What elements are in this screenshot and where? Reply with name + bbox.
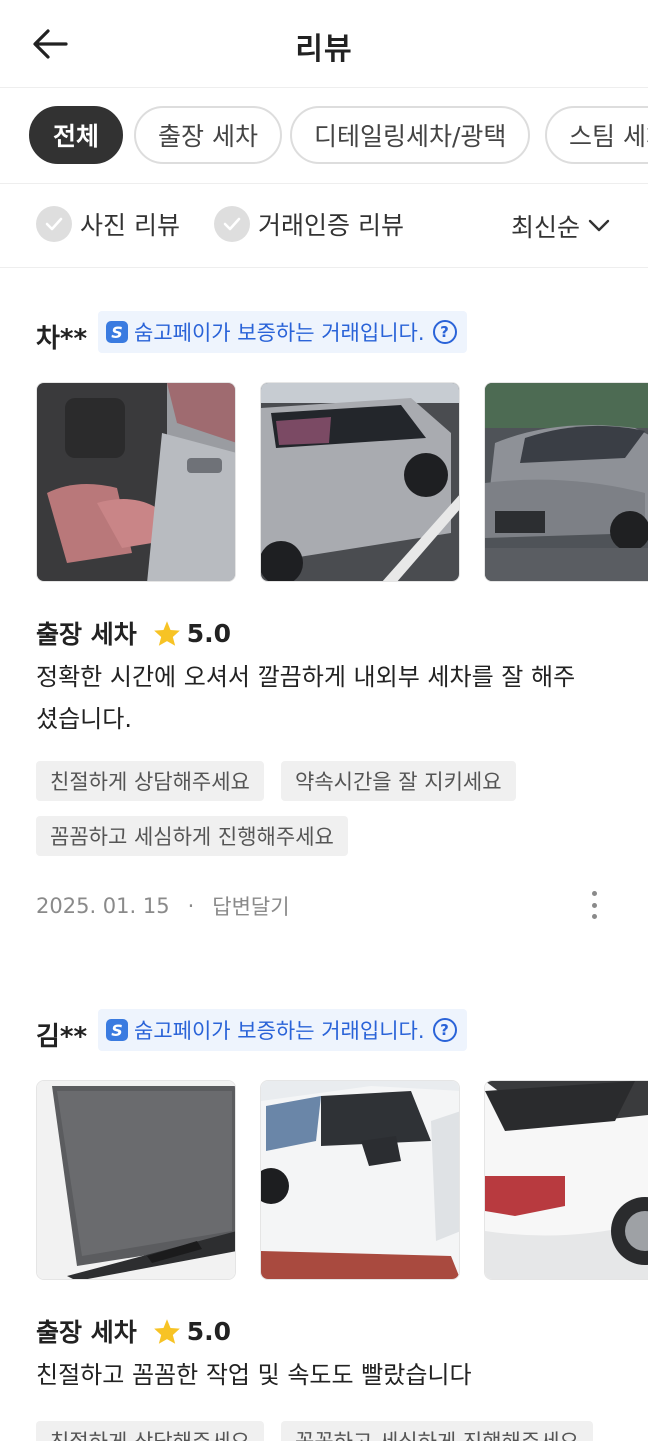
service-name: 출장 세차 xyxy=(36,620,137,649)
service-name: 출장 세차 xyxy=(36,1318,137,1347)
rating-value: 5.0 xyxy=(186,1316,232,1346)
review-photo-strip[interactable] xyxy=(36,1080,648,1280)
review-photo[interactable] xyxy=(484,382,648,582)
chip-detailing[interactable]: 디테일링세차/광택 xyxy=(290,106,531,164)
sumgo-pay-badge[interactable]: S 숨고페이가 보증하는 거래입니다. ? xyxy=(98,311,467,353)
photo-review-label: 사진 리뷰 xyxy=(80,211,180,240)
rating-value: 5.0 xyxy=(186,618,232,648)
reviewer-name: 김** xyxy=(36,1022,88,1052)
check-icon xyxy=(36,206,72,242)
verified-review-label: 거래인증 리뷰 xyxy=(258,211,404,240)
photo-review-filter[interactable]: 사진 리뷰 xyxy=(36,206,180,242)
badge-text: 숨고페이가 보증하는 거래입니다. xyxy=(134,1019,425,1043)
review-meta: 2025. 01. 15 · 답변달기 xyxy=(36,891,290,921)
review-photo[interactable] xyxy=(260,382,460,582)
review-photo[interactable] xyxy=(260,1080,460,1280)
review-service-rating: 출장 세차 5.0 xyxy=(36,1313,231,1349)
badge-text: 숨고페이가 보증하는 거래입니다. xyxy=(134,321,425,345)
chip-steam-wash[interactable]: 스팀 세차 xyxy=(545,106,648,164)
review-tag: 약속시간을 잘 지키세요 xyxy=(281,761,516,801)
review-tag: 꼼꼼하고 세심하게 진행해주세요 xyxy=(36,816,348,856)
meta-separator: · xyxy=(187,894,195,918)
page-title: 리뷰 xyxy=(295,32,353,67)
review-text: 친절하고 꼼꼼한 작업 및 속도도 빨랐습니다 xyxy=(36,1361,472,1389)
review-card: 차** S 숨고페이가 보증하는 거래입니다. ? 출장 세차 5.0 정확한 … xyxy=(0,268,648,968)
review-filter-bar: 사진 리뷰 거래인증 리뷰 최신순 xyxy=(0,184,648,268)
review-card: 김** S 숨고페이가 보증하는 거래입니다. ? 출장 세차 5.0 친절하고… xyxy=(0,966,648,1441)
chevron-down-icon xyxy=(588,219,610,232)
chip-mobile-wash[interactable]: 출장 세차 xyxy=(134,106,282,164)
review-tag: 꼼꼼하고 세심하게 진행해주세요 xyxy=(281,1421,593,1441)
sumgo-pay-logo-icon: S xyxy=(106,1019,128,1041)
category-chip-bar: 전체 출장 세차 디테일링세차/광택 스팀 세차 xyxy=(0,88,648,184)
star-icon xyxy=(153,620,180,646)
help-icon[interactable]: ? xyxy=(432,1018,457,1042)
more-options-button[interactable] xyxy=(584,887,604,923)
review-photo-strip[interactable] xyxy=(36,382,648,582)
review-tag: 친절하게 상담해주세요 xyxy=(36,761,264,801)
chip-all[interactable]: 전체 xyxy=(29,106,124,164)
review-photo[interactable] xyxy=(36,1080,236,1280)
review-text: 정확한 시간에 오셔서 깔끔하게 내외부 세차를 잘 해주셨습니다. xyxy=(36,663,576,733)
review-service-rating: 출장 세차 5.0 xyxy=(36,615,231,651)
review-tag: 친절하게 상담해주세요 xyxy=(36,1421,264,1441)
sort-label: 최신순 xyxy=(510,213,580,242)
reviewer-name: 차** xyxy=(36,324,88,354)
reply-button[interactable]: 답변달기 xyxy=(212,891,289,921)
sort-dropdown[interactable]: 최신순 xyxy=(511,208,610,244)
review-date: 2025. 01. 15 xyxy=(36,894,170,918)
star-icon xyxy=(153,1318,180,1344)
more-vertical-icon-dot xyxy=(591,902,597,908)
verified-review-filter[interactable]: 거래인증 리뷰 xyxy=(214,206,404,242)
top-app-bar: 리뷰 xyxy=(0,0,648,88)
more-vertical-icon xyxy=(591,891,597,896)
help-icon[interactable]: ? xyxy=(432,320,457,344)
review-photo[interactable] xyxy=(36,382,236,582)
check-icon xyxy=(214,206,250,242)
sumgo-pay-badge[interactable]: S 숨고페이가 보증하는 거래입니다. ? xyxy=(98,1009,467,1051)
more-vertical-icon-dot xyxy=(591,914,597,919)
review-photo[interactable] xyxy=(484,1080,648,1280)
sumgo-pay-logo-icon: S xyxy=(106,321,128,343)
